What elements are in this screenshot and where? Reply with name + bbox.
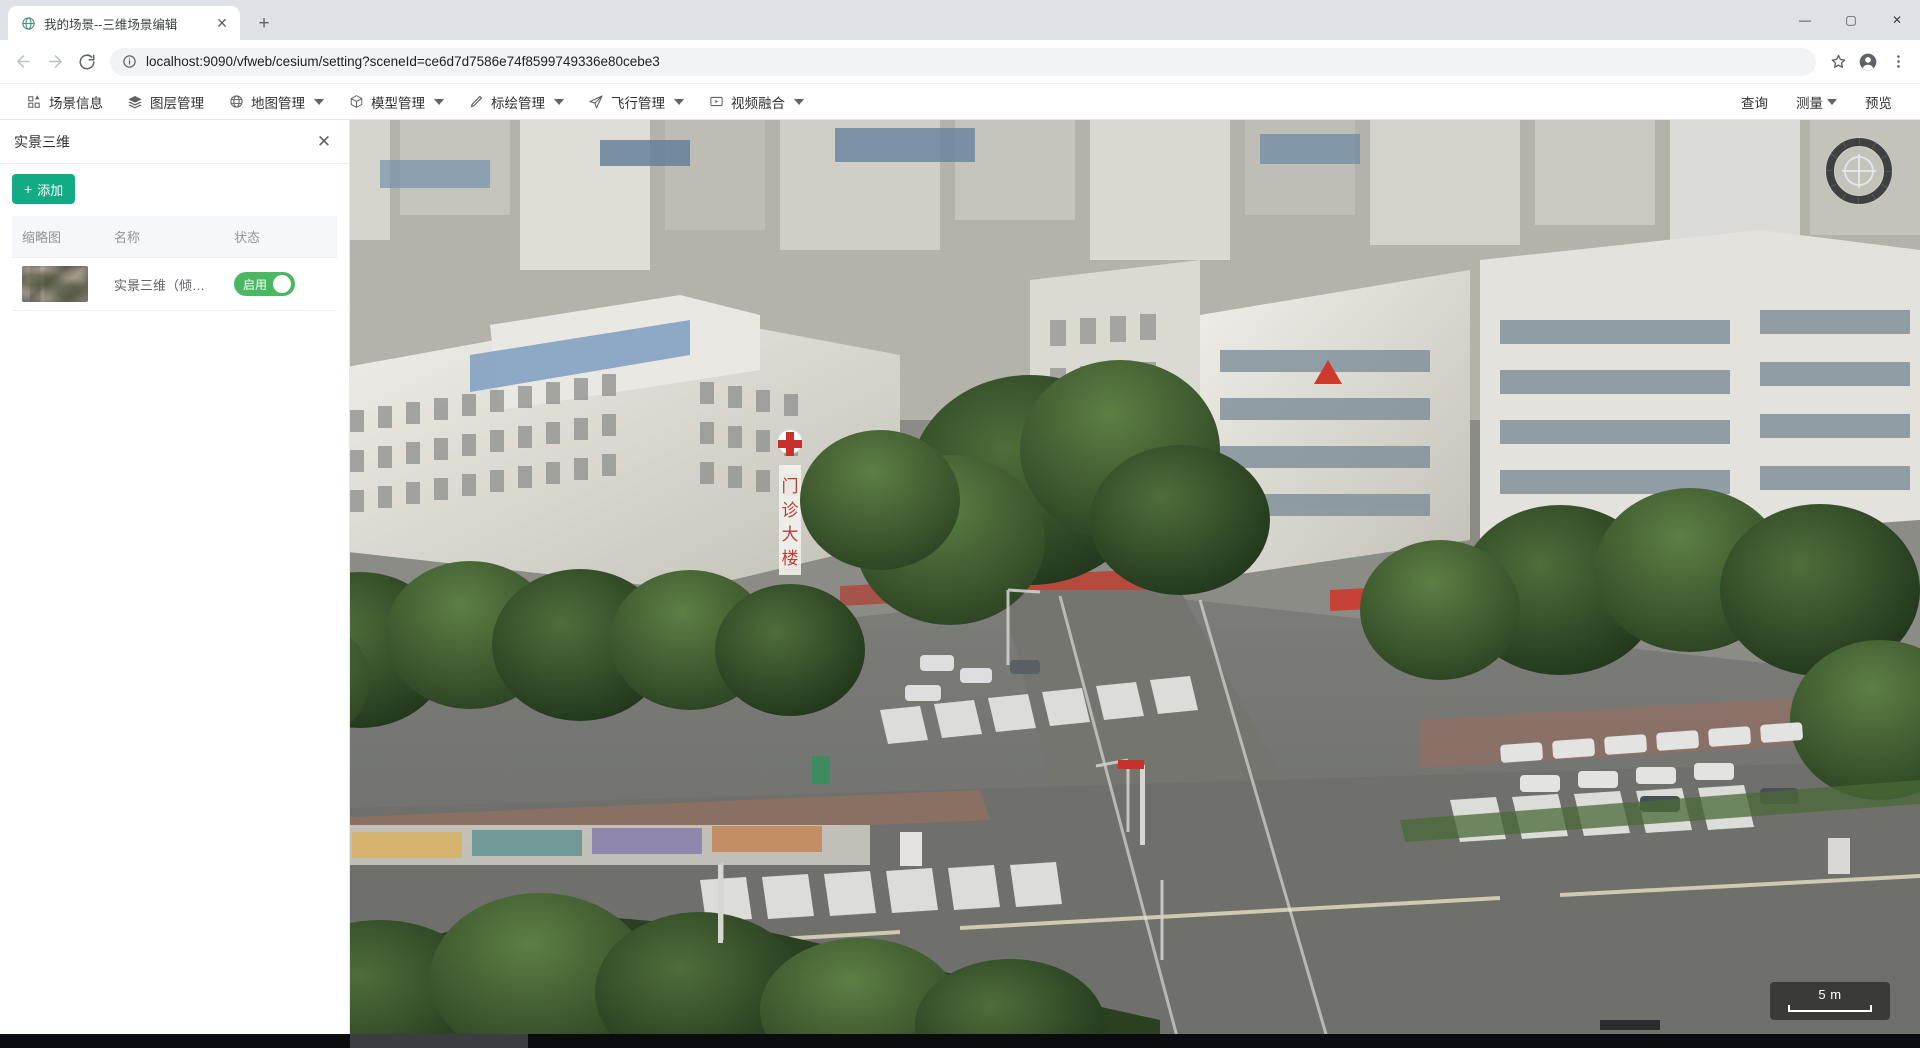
scene-info-icon xyxy=(26,94,42,110)
globe-grid-icon xyxy=(228,94,244,110)
window-controls: — ▢ ✕ xyxy=(1782,0,1920,40)
reload-icon[interactable] xyxy=(72,47,102,77)
menu-label: 场景信息 xyxy=(49,92,103,112)
menu-item-annotation-management[interactable]: 标绘管理 xyxy=(456,84,576,120)
chevron-down-icon[interactable] xyxy=(1827,99,1837,105)
oblique-photogrammetry-thumbnail[interactable] xyxy=(22,266,88,302)
add-button-label: 添加 xyxy=(37,180,63,199)
column-header-thumbnail: 缩略图 xyxy=(12,216,104,258)
panel-title: 实景三维 xyxy=(14,132,70,152)
layers-icon xyxy=(127,94,143,110)
maximize-button[interactable]: ▢ xyxy=(1828,0,1874,40)
chevron-down-icon[interactable] xyxy=(314,99,324,105)
chevron-down-icon[interactable] xyxy=(674,99,684,105)
back-icon[interactable] xyxy=(8,47,38,77)
minimize-button[interactable]: — xyxy=(1782,0,1828,40)
menu-item-preview[interactable]: 预览 xyxy=(1851,84,1906,120)
menu-label: 预览 xyxy=(1865,92,1892,112)
svg-text:诊: 诊 xyxy=(782,501,799,521)
globe-icon xyxy=(20,15,36,31)
svg-text:大: 大 xyxy=(782,525,799,545)
os-taskbar[interactable] xyxy=(0,1034,1920,1048)
status-toggle[interactable]: 启用 xyxy=(234,272,295,296)
browser-tab[interactable]: 我的场景--三维场景编辑 ✕ xyxy=(8,6,240,40)
browser-toolbar: localhost:9090/vfweb/cesium/setting?scen… xyxy=(0,40,1920,84)
menu-item-query[interactable]: 查询 xyxy=(1727,84,1782,120)
status-label: 启用 xyxy=(243,276,267,293)
menu-item-video-fusion[interactable]: 视频融合 xyxy=(696,84,816,120)
taskbar-segment[interactable] xyxy=(350,1034,528,1048)
window-close-button[interactable]: ✕ xyxy=(1874,0,1920,40)
close-icon[interactable]: ✕ xyxy=(212,13,232,33)
column-header-name: 名称 xyxy=(104,216,224,258)
toggle-knob xyxy=(273,275,291,293)
navigation-compass-icon[interactable] xyxy=(1826,138,1892,204)
table-header: 缩略图 名称 状态 xyxy=(12,216,337,258)
menu-label: 地图管理 xyxy=(251,92,305,112)
info-icon[interactable] xyxy=(122,54,138,70)
layer-table: 缩略图 名称 状态 实景三维（倾斜... xyxy=(12,216,337,311)
scale-bar: 5 m xyxy=(1770,982,1890,1020)
menu-item-flight-management[interactable]: 飞行管理 xyxy=(576,84,696,120)
compass-crosshair xyxy=(1844,156,1874,186)
pencil-icon xyxy=(468,94,484,110)
app-menu-bar: 场景信息 图层管理 地图管理 模型管理 标绘管理 xyxy=(0,84,1920,120)
chevron-down-icon[interactable] xyxy=(794,99,804,105)
tab-title: 我的场景--三维场景编辑 xyxy=(44,14,204,33)
layer-name: 实景三维（倾斜... xyxy=(114,275,214,294)
scale-bar-line xyxy=(1788,1005,1872,1012)
svg-text:楼: 楼 xyxy=(782,549,799,569)
video-icon xyxy=(708,94,724,110)
browser-window: 我的场景--三维场景编辑 ✕ + — ▢ ✕ localhost:9090/vf… xyxy=(0,0,1920,1048)
table-body: 实景三维（倾斜... 启用 xyxy=(12,258,337,311)
menu-label: 视频融合 xyxy=(731,92,785,112)
table-header-row: 缩略图 名称 状态 xyxy=(12,216,337,258)
browser-menu-icon[interactable] xyxy=(1884,48,1912,76)
menu-item-layer-management[interactable]: 图层管理 xyxy=(115,84,216,120)
plus-icon: + xyxy=(24,182,32,196)
app-menu-right-group: 查询 测量 预览 xyxy=(1727,84,1906,120)
url-text: localhost:9090/vfweb/cesium/setting?scen… xyxy=(146,54,660,69)
column-header-status: 状态 xyxy=(224,216,337,258)
address-bar[interactable]: localhost:9090/vfweb/cesium/setting?scen… xyxy=(110,48,1816,76)
add-button[interactable]: + 添加 xyxy=(12,174,75,204)
cube-icon xyxy=(348,94,364,110)
menu-label: 标绘管理 xyxy=(491,92,545,112)
menu-label: 飞行管理 xyxy=(611,92,665,112)
paper-plane-icon xyxy=(588,94,604,110)
new-tab-button[interactable]: + xyxy=(250,9,278,37)
svg-text:门: 门 xyxy=(782,477,799,497)
tab-strip: 我的场景--三维场景编辑 ✕ + — ▢ ✕ xyxy=(0,0,1920,40)
cell-thumbnail xyxy=(12,258,104,311)
menu-item-model-management[interactable]: 模型管理 xyxy=(336,84,456,120)
close-icon[interactable]: ✕ xyxy=(313,131,335,153)
menu-label: 测量 xyxy=(1796,92,1823,112)
bookmark-star-icon[interactable] xyxy=(1824,48,1852,76)
profile-avatar-icon[interactable] xyxy=(1854,48,1882,76)
scale-bar-label: 5 m xyxy=(1818,988,1841,1002)
menu-label: 图层管理 xyxy=(150,92,204,112)
menu-item-measure[interactable]: 测量 xyxy=(1782,84,1851,120)
menu-item-map-management[interactable]: 地图管理 xyxy=(216,84,336,120)
panel-body: + 添加 缩略图 名称 状态 xyxy=(0,164,349,311)
cell-status: 启用 xyxy=(224,258,337,311)
panel-header: 实景三维 ✕ xyxy=(0,120,349,164)
chevron-down-icon[interactable] xyxy=(434,99,444,105)
menu-label: 模型管理 xyxy=(371,92,425,112)
realistic-3d-panel: 实景三维 ✕ + 添加 缩略图 名称 状态 xyxy=(0,120,350,1048)
forward-icon[interactable] xyxy=(40,47,70,77)
chevron-down-icon[interactable] xyxy=(554,99,564,105)
menu-item-scene-info[interactable]: 场景信息 xyxy=(14,84,115,120)
menu-label: 查询 xyxy=(1741,92,1768,112)
table-row[interactable]: 实景三维（倾斜... 启用 xyxy=(12,258,337,311)
cell-name: 实景三维（倾斜... xyxy=(104,258,224,311)
